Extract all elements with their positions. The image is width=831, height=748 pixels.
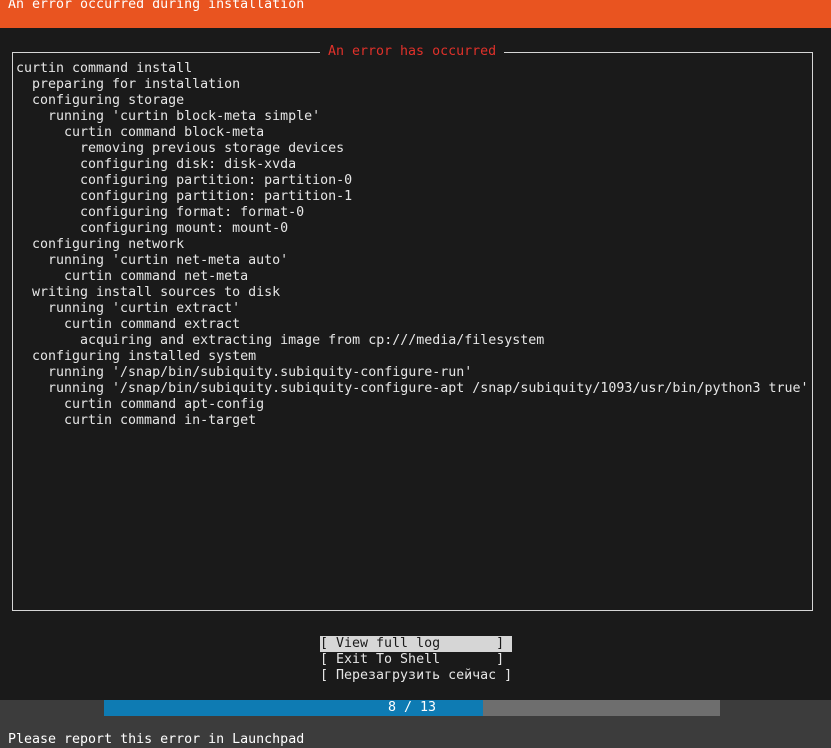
log-line: removing previous storage devices <box>80 141 345 156</box>
log-line: configuring mount: mount-0 <box>80 221 289 236</box>
title-text: An error occurred during installation <box>8 0 305 12</box>
progress-bar: 8 / 13 <box>104 700 720 716</box>
log-line: running '/snap/bin/subiquity.subiquity-c… <box>48 381 809 396</box>
log-line: configuring installed system <box>32 349 257 364</box>
log-line: running 'curtin net-meta auto' <box>48 253 289 268</box>
log-line: curtin command block-meta <box>64 125 265 140</box>
report-error-link[interactable]: Please report this error in Launchpad <box>8 732 304 748</box>
log-line: configuring partition: partition-1 <box>80 189 353 204</box>
log-line: running '/snap/bin/subiquity.subiquity-c… <box>48 365 473 380</box>
exit-to-shell-button[interactable]: [ Exit To Shell ] <box>320 652 512 668</box>
log-line: curtin command in-target <box>64 413 257 428</box>
install-log: curtin command install preparing for inst… <box>16 61 809 429</box>
log-line: configuring format: format-0 <box>80 205 305 220</box>
log-line: curtin command install <box>16 61 193 76</box>
reboot-now-button[interactable]: [ Перезагрузить сейчас ] <box>320 668 512 684</box>
log-line: curtin command net-meta <box>64 269 249 284</box>
log-line: preparing for installation <box>32 77 241 92</box>
title-bar: An error occurred during installation <box>0 0 831 28</box>
log-line: curtin command extract <box>64 317 241 332</box>
error-log-title: An error has occurred <box>320 44 505 60</box>
log-line: running 'curtin block-meta simple' <box>48 109 321 124</box>
log-line: running 'curtin extract' <box>48 301 241 316</box>
log-line: acquiring and extracting image from cp:/… <box>80 333 545 348</box>
progress-label: 8 / 13 <box>387 700 437 715</box>
log-line: writing install sources to disk <box>32 285 281 300</box>
log-line: curtin command apt-config <box>64 397 265 412</box>
log-line: configuring partition: partition-0 <box>80 173 353 188</box>
action-buttons: [ View full log ][ Exit To Shell ][ Пере… <box>320 636 513 684</box>
view-full-log-button[interactable]: [ View full log ] <box>320 636 513 652</box>
log-line: configuring disk: disk-xvda <box>80 157 297 172</box>
log-line: configuring storage <box>32 93 185 108</box>
log-line: configuring network <box>32 237 185 252</box>
